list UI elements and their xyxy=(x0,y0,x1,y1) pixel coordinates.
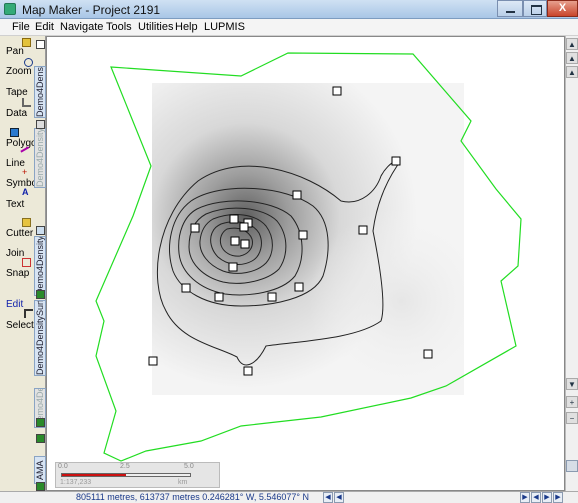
layer-tab[interactable]: Demo4DensitySurf xyxy=(34,66,46,118)
zoom-out-icon[interactable]: − xyxy=(566,412,578,424)
sample-point[interactable] xyxy=(230,236,240,246)
snap-icon xyxy=(22,258,31,267)
scale-bar-segment xyxy=(62,474,126,476)
zoom-tool[interactable]: Zoom xyxy=(6,66,32,77)
menu-utilities[interactable]: Utilities xyxy=(138,21,173,33)
layer-tab[interactable]: Demo4DensitySurf xyxy=(34,300,46,376)
sample-point[interactable] xyxy=(190,223,200,233)
layer-visibility-icon[interactable] xyxy=(36,120,45,129)
scale-tick-0: 0.0 xyxy=(58,463,68,470)
layer-tab[interactable]: AMA xyxy=(34,456,46,484)
menu-help[interactable]: Help xyxy=(175,21,198,33)
nav-next-icon[interactable]: ▶ xyxy=(520,492,530,503)
scroll-up-arrow-icon[interactable]: ▲ xyxy=(566,38,578,50)
nav-first-icon[interactable]: ◀ xyxy=(323,492,333,503)
sample-point[interactable] xyxy=(267,292,277,302)
sample-point[interactable] xyxy=(214,292,224,302)
menu-lupmis[interactable]: LUPMIS xyxy=(204,21,245,33)
tool-panel: Pan Zoom Tape Data Polygon Line + Symbol… xyxy=(0,36,46,493)
map-svg xyxy=(95,52,522,462)
layer-visibility-icon[interactable] xyxy=(36,434,45,443)
sample-point[interactable] xyxy=(423,349,433,359)
sample-point[interactable] xyxy=(391,156,401,166)
menu-edit[interactable]: Edit xyxy=(35,21,54,33)
scroll-thumb[interactable] xyxy=(566,460,578,472)
snap-tool[interactable]: Snap xyxy=(6,268,29,279)
layer-visibility-icon[interactable] xyxy=(36,418,45,427)
pan-tool[interactable]: Pan xyxy=(6,46,24,57)
sample-point[interactable] xyxy=(298,230,308,240)
scale-unit: km xyxy=(178,479,188,486)
text-tool[interactable]: Text xyxy=(6,199,24,210)
sample-point[interactable] xyxy=(148,356,158,366)
menu-tools[interactable]: Tools xyxy=(106,21,132,33)
menu-navigate[interactable]: Navigate xyxy=(60,21,103,33)
nav-last-icon[interactable]: ▶ xyxy=(553,492,563,503)
menu-bar: File Edit Navigate Tools Utilities Help … xyxy=(0,19,578,36)
select-arrow-icon xyxy=(24,309,33,318)
data-icon xyxy=(22,98,31,107)
window-title: Map Maker - Project 2191 xyxy=(22,3,161,17)
density-surface-overlay xyxy=(152,83,464,395)
data-tool[interactable]: Data xyxy=(6,108,27,119)
scroll-up-arrow-icon[interactable]: ▲ xyxy=(566,52,578,64)
select-tool[interactable]: Select xyxy=(6,320,34,331)
minimize-button[interactable] xyxy=(497,0,523,17)
text-icon: A xyxy=(22,187,29,197)
sample-point[interactable] xyxy=(292,190,302,200)
title-bar: Map Maker - Project 2191 X xyxy=(0,0,578,19)
tape-tool[interactable]: Tape xyxy=(6,87,28,98)
scale-tick-1: 2.5 xyxy=(120,463,130,470)
cutter-icon xyxy=(22,218,31,227)
sample-point[interactable] xyxy=(239,222,249,232)
scale-bar-track xyxy=(61,473,191,477)
layer-tab[interactable]: Demo4DensitySurf xyxy=(34,236,46,296)
cutter-tool[interactable]: Cutter xyxy=(6,228,33,239)
sample-point[interactable] xyxy=(294,282,304,292)
map-canvas[interactable] xyxy=(46,36,565,491)
layer-visibility-icon[interactable] xyxy=(36,482,45,491)
vertical-scrollbar[interactable]: ▲ ▲ ▲ ▼ + − xyxy=(565,36,578,491)
nav-next-page-icon[interactable]: ▶ xyxy=(542,492,552,503)
scroll-up-arrow-icon[interactable]: ▲ xyxy=(566,66,578,78)
scale-ratio: 1:137,233 xyxy=(60,479,92,486)
status-bar: 805111 metres, 613737 metres 0.246281° W… xyxy=(0,491,578,503)
nav-prev-icon[interactable]: ◀ xyxy=(334,492,344,503)
nav-prev-page-icon[interactable]: ◀ xyxy=(531,492,541,503)
scale-tick-2: 5.0 xyxy=(184,463,194,470)
edit-tool[interactable]: Edit xyxy=(6,299,23,310)
sample-point[interactable] xyxy=(240,239,250,249)
maximize-button[interactable] xyxy=(523,0,547,17)
polygon-icon xyxy=(10,128,19,137)
sample-point[interactable] xyxy=(229,214,239,224)
layer-tab[interactable]: Demo4DensitySurf xyxy=(34,128,46,188)
zoom-in-icon[interactable]: + xyxy=(566,396,578,408)
sample-point[interactable] xyxy=(332,86,342,96)
layer-visibility-icon[interactable] xyxy=(36,40,45,49)
close-button[interactable]: X xyxy=(547,0,578,17)
layer-visibility-icon[interactable] xyxy=(36,226,45,235)
sample-point[interactable] xyxy=(243,366,253,376)
app-icon xyxy=(4,3,16,15)
scale-bar: 0.0 2.5 5.0 1:137,233 km xyxy=(55,462,220,488)
menu-file[interactable]: File xyxy=(12,21,30,33)
symbol-icon: + xyxy=(22,167,28,177)
coordinate-readout: 805111 metres, 613737 metres 0.246281° W… xyxy=(76,492,310,502)
sample-point[interactable] xyxy=(181,283,191,293)
sample-point[interactable] xyxy=(358,225,368,235)
layer-visibility-icon[interactable] xyxy=(36,290,45,299)
scroll-down-arrow-icon[interactable]: ▼ xyxy=(566,378,578,390)
sample-point[interactable] xyxy=(228,262,238,272)
